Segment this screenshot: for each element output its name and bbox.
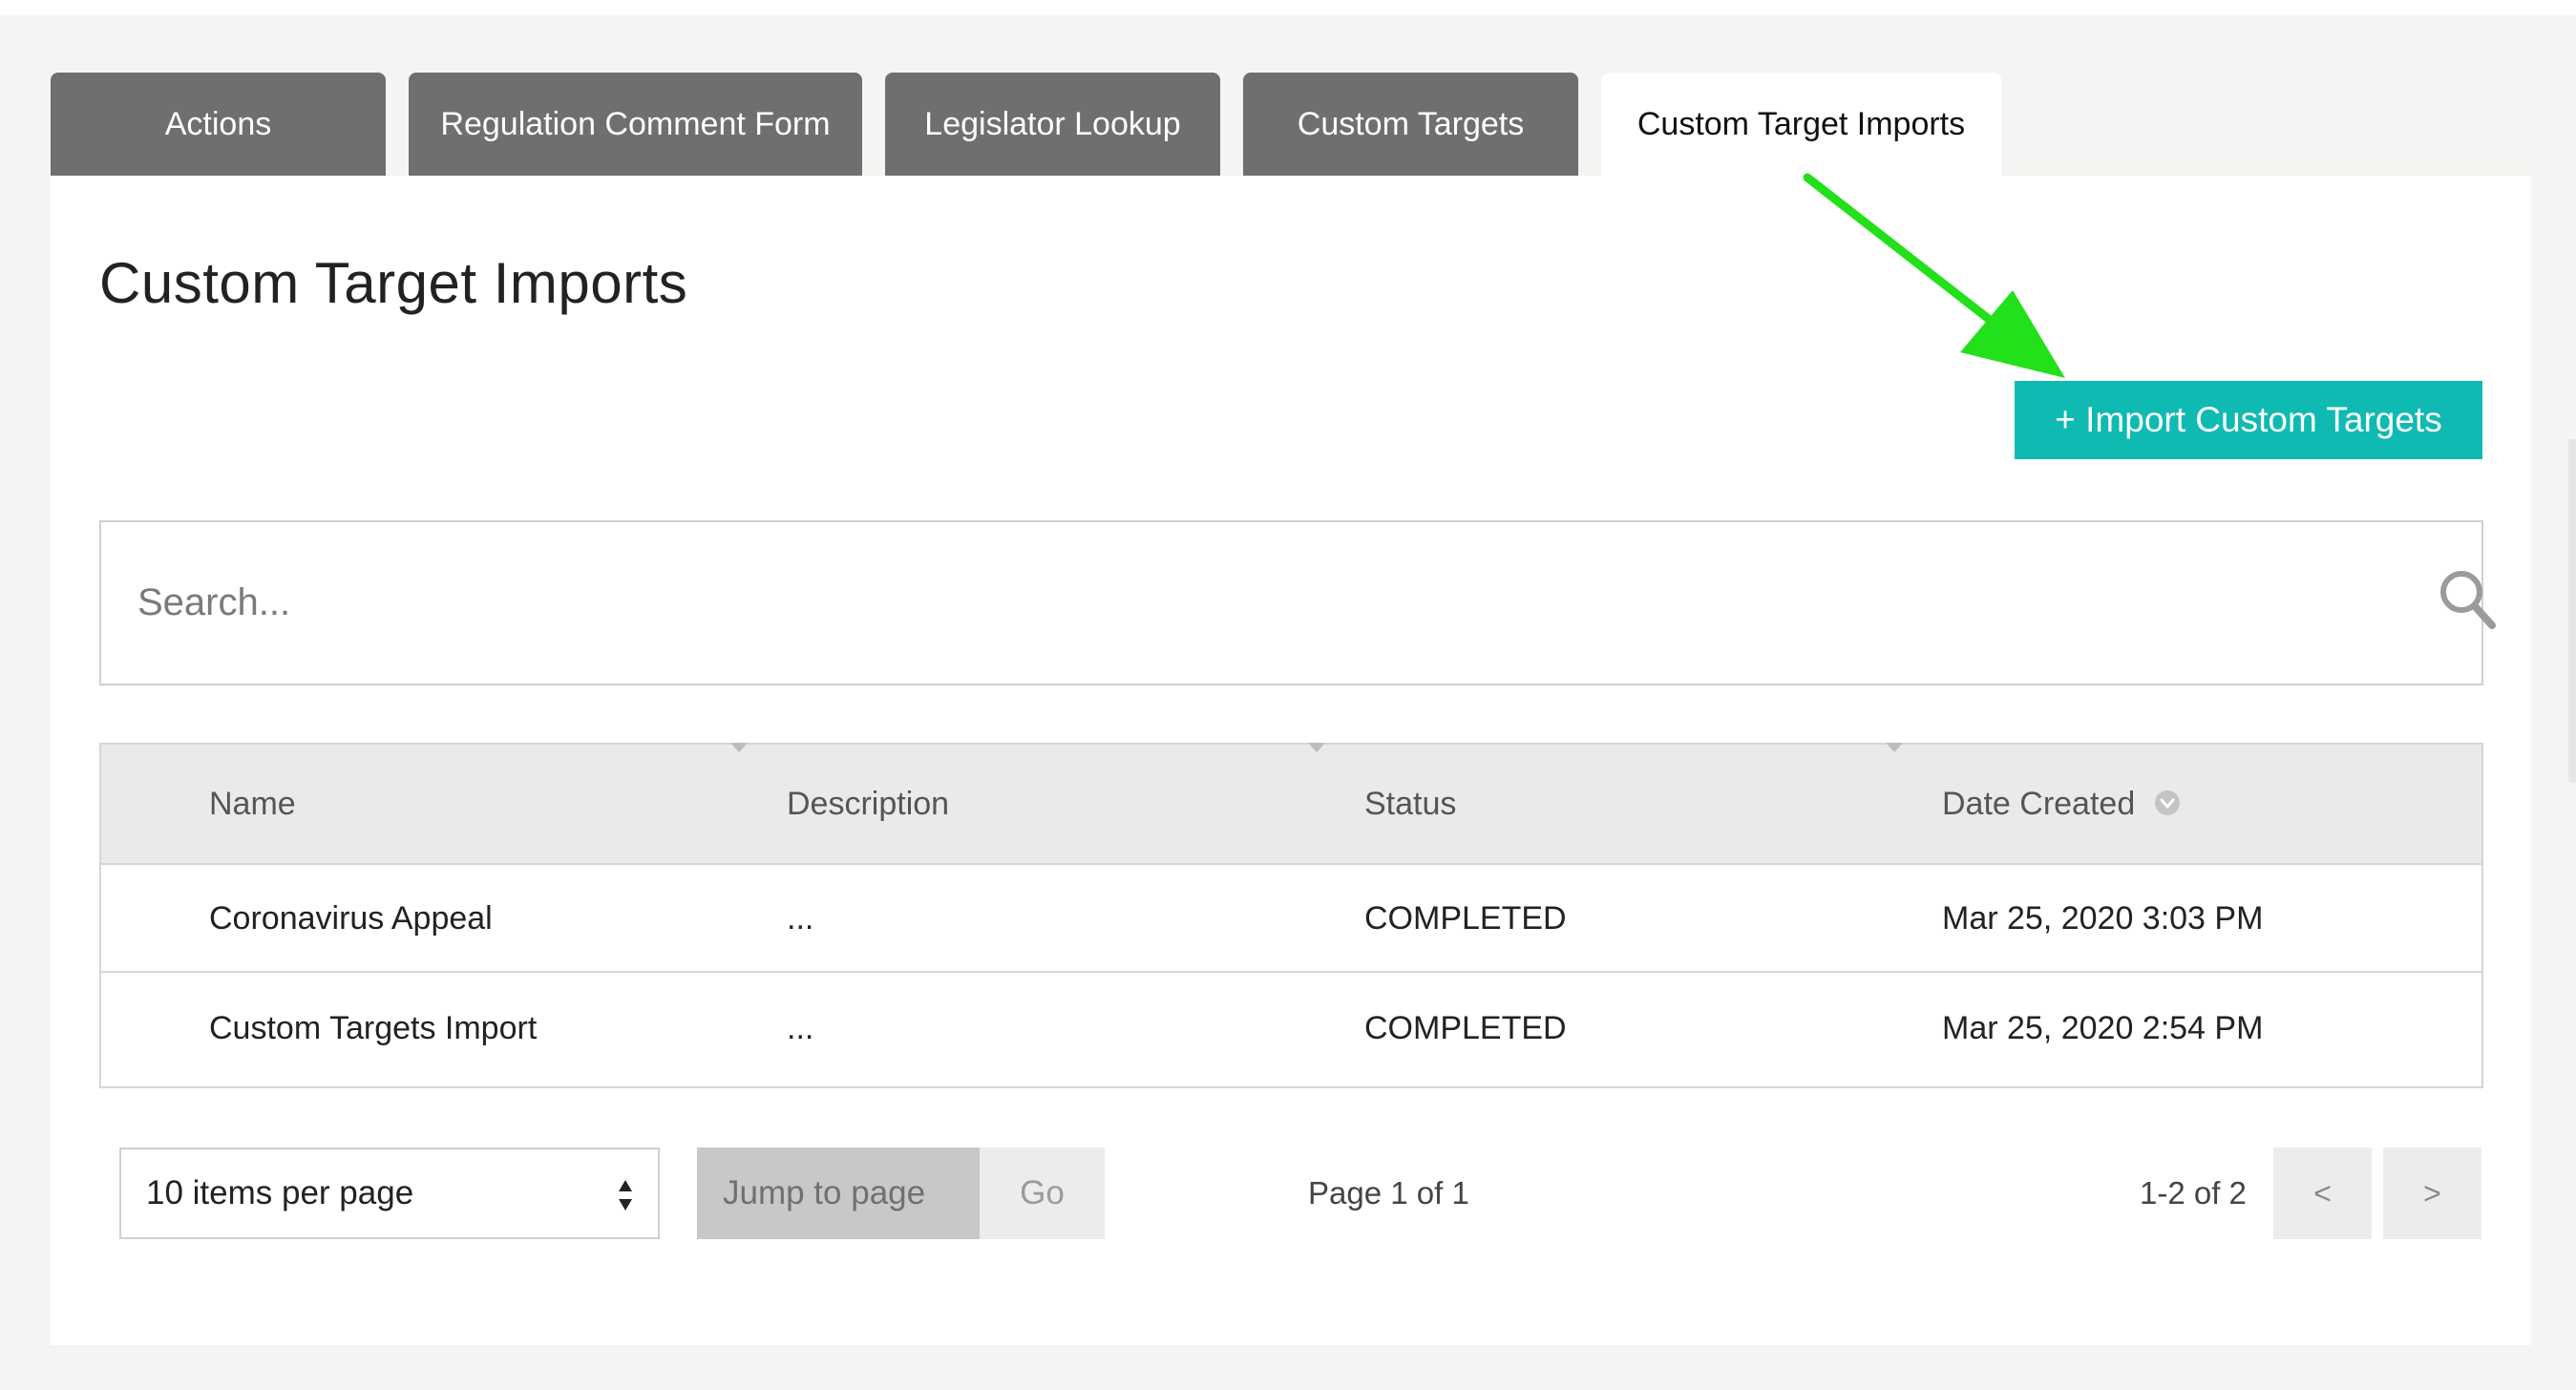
tab-custom-target-imports[interactable]: Custom Target Imports — [1601, 73, 2001, 176]
tab-regulation-comment-form[interactable]: Regulation Comment Form — [409, 73, 862, 176]
cell-status: COMPLETED — [1364, 900, 1567, 937]
cell-description: ... — [787, 900, 814, 937]
jump-to-page-input[interactable] — [697, 1148, 980, 1239]
table-header: Name Description Status Date Created — [101, 743, 2481, 865]
search-box — [99, 520, 2496, 685]
tab-legislator-lookup[interactable]: Legislator Lookup — [885, 73, 1220, 176]
tab-actions[interactable]: Actions — [51, 73, 386, 176]
imports-table: Name Description Status Date Created Cor… — [99, 743, 2483, 1088]
next-page-button[interactable]: > — [2383, 1148, 2481, 1239]
cell-name[interactable]: Custom Targets Import — [209, 975, 537, 1083]
header-description[interactable]: Description — [787, 745, 949, 863]
previous-page-button[interactable]: < — [2273, 1148, 2372, 1239]
header-status[interactable]: Status — [1364, 745, 1456, 863]
items-per-page-select[interactable]: 10 items per page — [119, 1148, 660, 1239]
top-strip — [0, 0, 2576, 15]
column-resize-icon[interactable] — [730, 743, 748, 752]
result-range: 1-2 of 2 — [2140, 1175, 2247, 1211]
search-input[interactable] — [101, 522, 2374, 684]
cell-status: COMPLETED — [1364, 1010, 1567, 1046]
column-resize-icon[interactable] — [1308, 743, 1325, 752]
cell-description: ... — [787, 1010, 814, 1046]
cell-date-created: Mar 25, 2020 3:03 PM — [1942, 900, 2264, 937]
column-resize-icon[interactable] — [1886, 743, 1903, 752]
go-button[interactable]: Go — [980, 1148, 1105, 1239]
sort-descending-icon[interactable] — [2153, 789, 2182, 817]
tab-bar: Actions Regulation Comment Form Legislat… — [51, 73, 2001, 176]
cell-name[interactable]: Coronavirus Appeal — [209, 865, 493, 973]
annotation-arrow-icon — [1803, 173, 2065, 378]
header-name[interactable]: Name — [209, 745, 296, 863]
import-custom-targets-button[interactable]: + Import Custom Targets — [2015, 381, 2482, 459]
page-title: Custom Target Imports — [99, 251, 688, 315]
tab-custom-targets[interactable]: Custom Targets — [1243, 73, 1578, 176]
table-row[interactable]: Coronavirus Appeal ... COMPLETED Mar 25,… — [101, 865, 2481, 973]
select-arrows-icon — [619, 1180, 632, 1211]
cell-date-created: Mar 25, 2020 2:54 PM — [1942, 1010, 2264, 1046]
header-date-created[interactable]: Date Created — [1942, 745, 2135, 863]
table-row[interactable]: Custom Targets Import ... COMPLETED Mar … — [101, 975, 2481, 1083]
page-indicator: Page 1 of 1 — [1308, 1175, 1469, 1211]
items-per-page-value: 10 items per page — [146, 1174, 414, 1211]
scrollbar[interactable] — [2568, 439, 2576, 783]
search-icon[interactable] — [2438, 568, 2497, 631]
main-panel: Custom Target Imports + Import Custom Ta… — [51, 173, 2531, 1345]
